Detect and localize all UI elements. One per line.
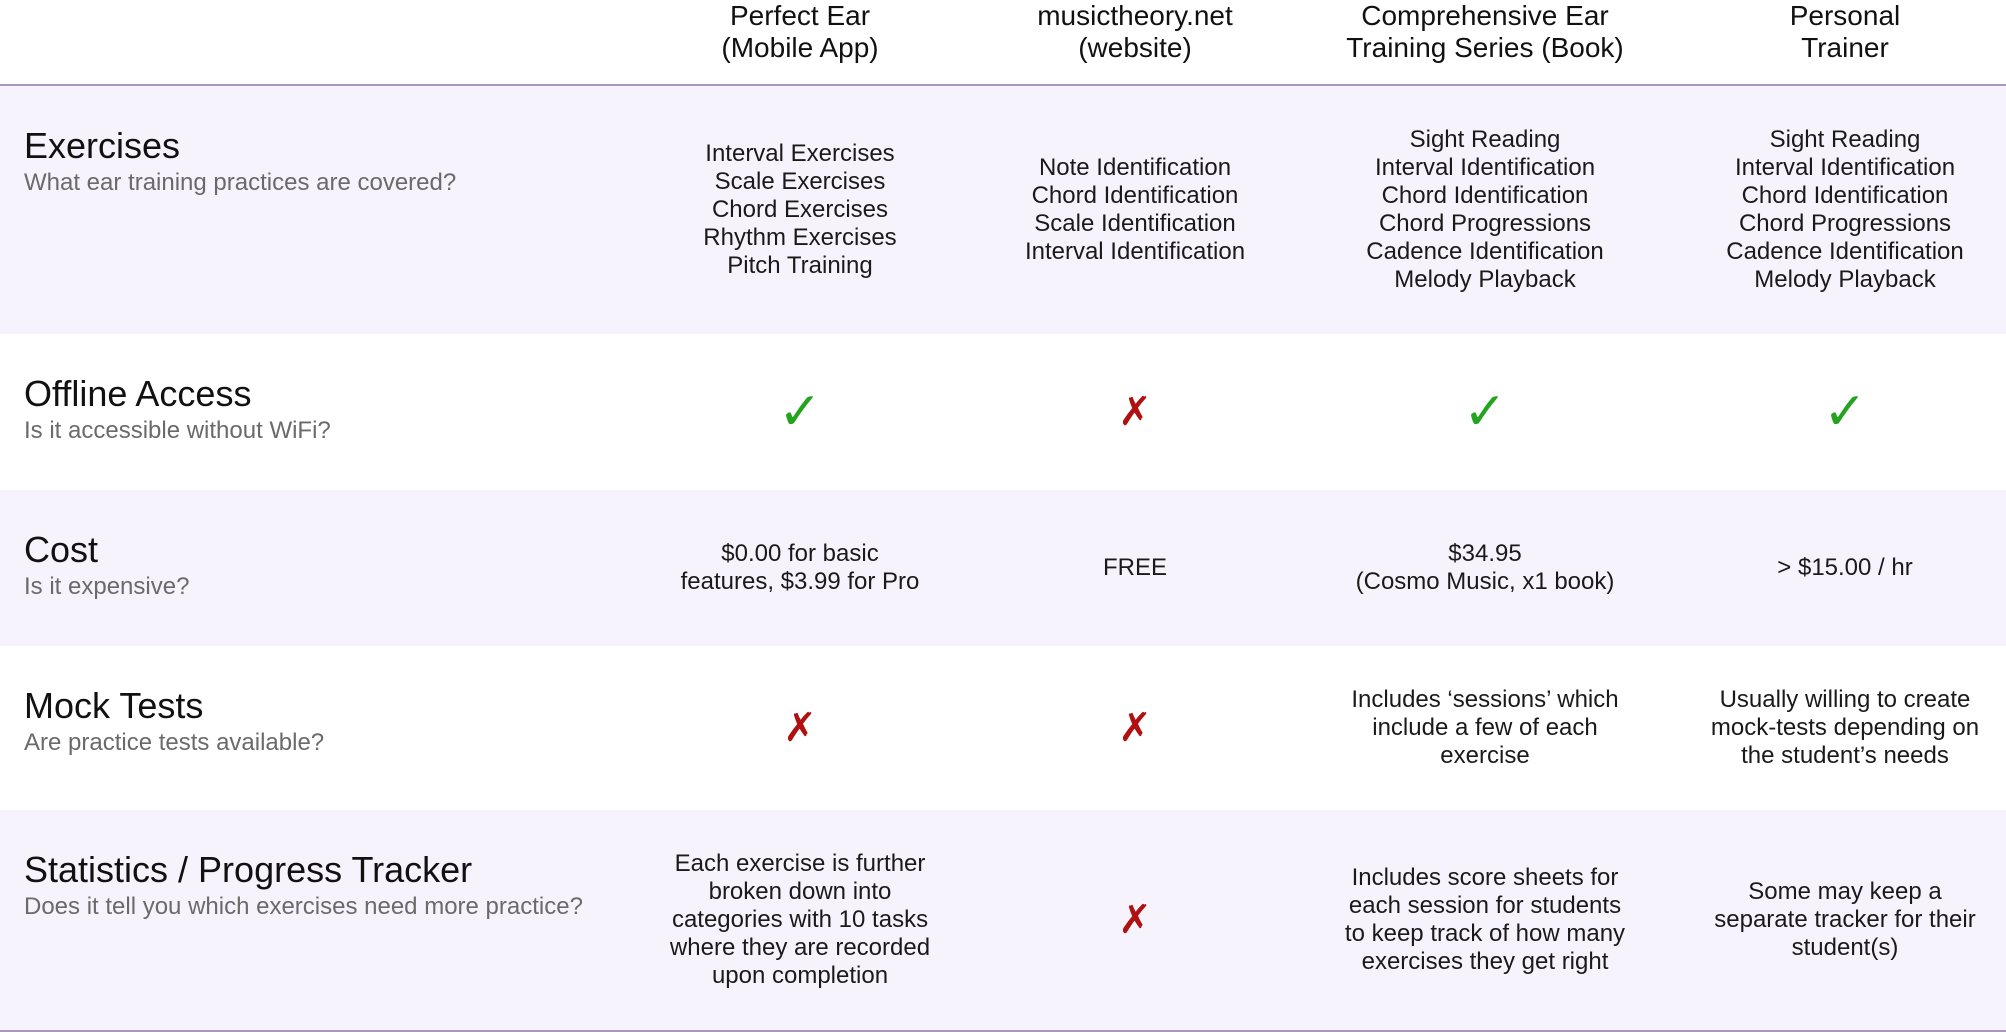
table-cell: ✓ bbox=[1325, 334, 1645, 490]
row-label: Statistics / Progress Tracker Does it te… bbox=[24, 850, 583, 922]
table-cell: > $15.00 / hr bbox=[1777, 554, 1913, 581]
table-cell: ✓ bbox=[1690, 334, 2000, 490]
table-cell: Includes ‘sessions’ which include a few … bbox=[1351, 686, 1619, 769]
table-cell: Sight Reading Interval Identification Ch… bbox=[1366, 126, 1604, 293]
table-cell: $34.95 (Cosmo Music, x1 book) bbox=[1355, 540, 1615, 595]
table-cell: Usually willing to create mock-tests dep… bbox=[1710, 686, 1980, 769]
column-header-perfect-ear: Perfect Ear (Mobile App) bbox=[721, 0, 879, 63]
check-icon: ✓ bbox=[1823, 382, 1867, 442]
table-cell: Each exercise is further broken down int… bbox=[669, 850, 931, 989]
column-header-book: Comprehensive Ear Training Series (Book) bbox=[1346, 0, 1624, 63]
row-subtitle: Is it accessible without WiFi? bbox=[24, 417, 331, 444]
cross-icon: ✗ bbox=[1118, 705, 1152, 751]
row-title: Exercises bbox=[24, 125, 181, 166]
row-subtitle: What ear training practices are covered? bbox=[24, 169, 457, 196]
table-cell: $0.00 for basic features, $3.99 for Pro bbox=[680, 540, 920, 595]
column-header-musictheory: musictheory.net (website) bbox=[1037, 0, 1233, 63]
row-subtitle: Is it expensive? bbox=[24, 573, 190, 600]
table-cell: Interval Exercises Scale Exercises Chord… bbox=[703, 140, 897, 279]
check-icon: ✓ bbox=[1463, 382, 1507, 442]
row-label: Offline Access Is it accessible without … bbox=[24, 374, 331, 446]
row-subtitle: Are practice tests available? bbox=[24, 729, 325, 756]
table-header: Perfect Ear (Mobile App) musictheory.net… bbox=[0, 0, 2006, 86]
row-title: Statistics / Progress Tracker bbox=[24, 849, 473, 890]
table-row-offline-access: Offline Access Is it accessible without … bbox=[0, 334, 2006, 490]
table-cell: ✗ bbox=[985, 810, 1285, 1030]
check-icon: ✓ bbox=[778, 382, 822, 442]
table-cell: Note Identification Chord Identification… bbox=[1024, 154, 1246, 265]
cross-icon: ✗ bbox=[1118, 897, 1152, 943]
row-title: Offline Access bbox=[24, 373, 252, 414]
table-cell: ✗ bbox=[650, 646, 950, 810]
table-cell: Sight Reading Interval Identification Ch… bbox=[1726, 126, 1964, 293]
table-cell: ✗ bbox=[985, 334, 1285, 490]
comparison-table: Perfect Ear (Mobile App) musictheory.net… bbox=[0, 0, 2006, 1032]
row-label: Mock Tests Are practice tests available? bbox=[24, 686, 324, 758]
table-cell: Includes score sheets for each session f… bbox=[1344, 864, 1626, 975]
row-subtitle: Does it tell you which exercises need mo… bbox=[24, 893, 583, 920]
table-row-exercises: Exercises What ear training practices ar… bbox=[0, 86, 2006, 334]
cross-icon: ✗ bbox=[1118, 389, 1152, 435]
row-label: Cost Is it expensive? bbox=[24, 530, 189, 602]
table-cell: FREE bbox=[1102, 554, 1167, 581]
row-title: Cost bbox=[24, 529, 99, 570]
table-cell: ✗ bbox=[985, 646, 1285, 810]
table-row-statistics: Statistics / Progress Tracker Does it te… bbox=[0, 810, 2006, 1030]
row-title: Mock Tests bbox=[24, 685, 204, 726]
table-row-cost: Cost Is it expensive? $0.00 for basic fe… bbox=[0, 490, 2006, 646]
table-cell: ✓ bbox=[650, 334, 950, 490]
row-label: Exercises What ear training practices ar… bbox=[24, 126, 456, 198]
table-cell: Some may keep a separate tracker for the… bbox=[1714, 878, 1976, 961]
cross-icon: ✗ bbox=[783, 705, 817, 751]
table-row-mock-tests: Mock Tests Are practice tests available?… bbox=[0, 646, 2006, 810]
column-header-personal-trainer: Personal Trainer bbox=[1789, 0, 1901, 63]
